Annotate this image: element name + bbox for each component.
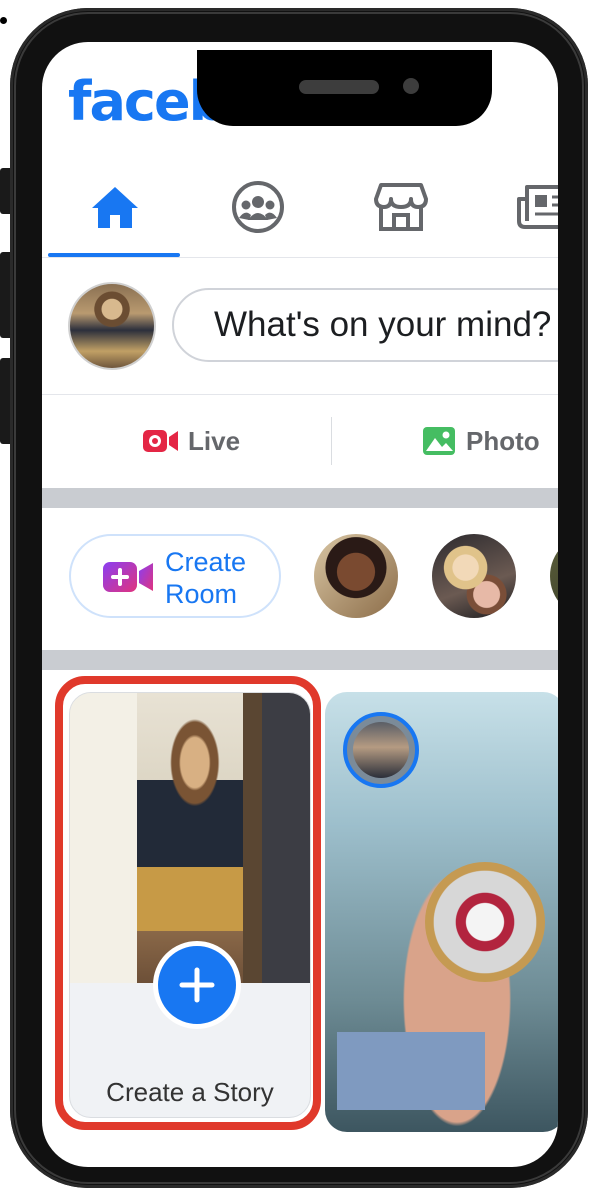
live-button[interactable]: Live xyxy=(142,395,240,487)
story-name-redacted xyxy=(337,1032,485,1110)
create-room-button[interactable]: Create Room xyxy=(69,534,281,618)
photo-button[interactable]: Photo xyxy=(422,395,540,487)
section-separator xyxy=(42,488,558,508)
tab-home[interactable] xyxy=(80,177,150,237)
marketplace-icon xyxy=(374,183,428,231)
home-icon xyxy=(92,187,138,228)
volume-down-button xyxy=(0,358,10,444)
friend-room-avatar[interactable] xyxy=(314,534,398,618)
groups-icon xyxy=(232,181,284,233)
friend-room-avatar[interactable] xyxy=(432,534,516,618)
photo-icon xyxy=(423,427,455,455)
composer-actions: Live Photo xyxy=(42,394,558,487)
action-divider xyxy=(331,417,332,465)
avatar[interactable] xyxy=(68,282,156,370)
volume-up-button xyxy=(0,252,10,338)
tab-news[interactable] xyxy=(508,177,558,237)
stories-tray: Create a Story xyxy=(42,670,558,1167)
phone-notch xyxy=(197,50,492,126)
photo-label: Photo xyxy=(466,425,540,456)
friend-story-card[interactable] xyxy=(325,692,558,1132)
live-label: Live xyxy=(188,425,241,456)
story-image-detail xyxy=(425,862,545,982)
front-camera xyxy=(403,78,419,94)
phone-screen: facebook xyxy=(42,42,558,1167)
story-avatar-ring xyxy=(343,712,419,788)
section-separator xyxy=(42,650,558,670)
create-room-label: Create Room xyxy=(165,547,247,609)
edge-dot xyxy=(0,17,7,24)
rooms-row: Create Room xyxy=(42,508,558,650)
active-tab-indicator xyxy=(48,253,180,257)
tab-bar xyxy=(42,167,558,258)
post-composer: What's on your mind? xyxy=(42,258,558,394)
mute-switch xyxy=(0,168,10,214)
tab-groups[interactable] xyxy=(223,177,293,237)
create-story-highlight xyxy=(55,676,321,1130)
speaker-grille xyxy=(299,80,379,94)
tab-marketplace[interactable] xyxy=(366,177,436,237)
news-icon xyxy=(517,185,558,229)
live-video-icon xyxy=(143,430,178,452)
whats-on-your-mind-input[interactable]: What's on your mind? xyxy=(172,288,558,362)
create-room-video-icon xyxy=(103,562,153,592)
story-avatar xyxy=(353,722,409,778)
friend-room-avatar[interactable] xyxy=(550,534,558,618)
